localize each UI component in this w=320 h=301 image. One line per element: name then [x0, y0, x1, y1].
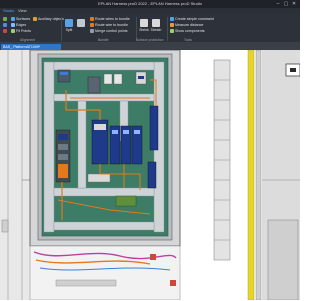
surfaces-label: Surfaces: [16, 17, 31, 21]
left-wall: [0, 50, 30, 300]
ribbon-left-tool-2[interactable]: [3, 23, 7, 27]
terminal-row-green[interactable]: [115, 195, 137, 207]
drive-led: [112, 130, 118, 134]
ribbon-left-tool-3[interactable]: [3, 29, 7, 33]
right-rack: [213, 59, 231, 261]
floor-connector[interactable]: [170, 280, 176, 286]
fit-points-label: Fit Points: [16, 29, 31, 33]
split-label: Split: [65, 28, 73, 32]
surfaces-icon: [11, 17, 15, 21]
right-wall-lower: [267, 219, 299, 301]
drive-led: [134, 130, 140, 134]
floor-rail: [55, 279, 117, 287]
close-button[interactable]: ✕: [290, 1, 298, 7]
terminal-row-grey[interactable]: [87, 173, 111, 183]
group-label-tools: Tools: [184, 38, 192, 42]
module-right-tall[interactable]: [149, 105, 159, 151]
auxiliary-objects-icon: [33, 17, 37, 21]
edges-icon: [11, 23, 15, 27]
route-wire-label: Route wire to bundle: [95, 23, 128, 27]
route-wires-button[interactable]: Route wires to bundle: [90, 17, 130, 21]
grey-rail: [255, 49, 262, 301]
create-simple-constraint-label: Create simple constraint: [175, 17, 214, 21]
stretch-label: Stretch: [150, 28, 162, 32]
pointer-icon: [3, 23, 7, 27]
split-button[interactable]: Split: [63, 19, 75, 32]
terminal-wires: [58, 164, 68, 178]
document-tab-strip: BAS_ PlatformAT1009*: [0, 43, 300, 50]
menu-item-view[interactable]: View: [18, 8, 27, 13]
stretch-button[interactable]: Stretch: [150, 19, 162, 32]
cable-duct-bottom: [53, 221, 155, 231]
route-wire-icon: [90, 23, 94, 27]
edges-button[interactable]: Edges: [11, 23, 26, 27]
relay[interactable]: [103, 73, 113, 85]
relay[interactable]: [113, 73, 123, 85]
fit-points-button[interactable]: Fit Points: [11, 29, 31, 33]
split-icon: [65, 19, 73, 27]
title-bar: EPLAN Harness proD 2022 - EPLAN Harness …: [0, 0, 300, 8]
group-label-bundle: Bundle: [98, 38, 109, 42]
cable-duct-vertical: [77, 100, 87, 189]
ribbon-left-tool-1[interactable]: [3, 17, 7, 21]
drive-led: [123, 130, 129, 134]
module-right-lower[interactable]: [147, 161, 157, 189]
components-icon: [170, 29, 174, 33]
terminal-label: [58, 144, 68, 150]
power-supply[interactable]: [87, 76, 101, 94]
bundle-tool-button[interactable]: [75, 19, 87, 28]
cable-duct-lower: [53, 187, 155, 197]
show-components-button[interactable]: Show components: [170, 29, 205, 33]
minimize-button[interactable]: –: [274, 1, 282, 7]
cable-duct-left: [43, 61, 55, 233]
cabinet-3d-model[interactable]: [0, 49, 301, 301]
menu-item-studio[interactable]: Studio: [3, 8, 14, 13]
terminal-block[interactable]: [57, 69, 71, 83]
window-title: EPLAN Harness proD 2022 - EPLAN Harness …: [98, 1, 202, 6]
shrink-icon: [140, 19, 148, 27]
right-wall-box-inner: [290, 68, 296, 72]
terminal-label: [58, 154, 68, 160]
auxiliary-objects-button[interactable]: Auxiliary objects: [33, 17, 64, 21]
delete-icon: [3, 29, 7, 33]
measure-distance-button[interactable]: Measure distance: [170, 23, 203, 27]
route-wires-label: Route wires to bundle: [95, 17, 130, 21]
merge-control-points-button[interactable]: Merge control points: [90, 29, 128, 33]
surfaces-button[interactable]: Surfaces: [11, 17, 30, 21]
drive-display: [94, 124, 106, 130]
maximize-button[interactable]: ▢: [282, 1, 290, 7]
terminal-label: [58, 134, 68, 140]
shrink-label: Shrink: [139, 28, 149, 32]
route-wire-button[interactable]: Route wire to bundle: [90, 23, 128, 27]
yellow-rail: [247, 49, 255, 301]
shrink-button[interactable]: Shrink: [138, 19, 150, 32]
edges-label: Edges: [16, 23, 27, 27]
create-simple-constraint-button[interactable]: Create simple constraint: [170, 17, 214, 21]
stretch-icon: [152, 19, 160, 27]
3d-viewport[interactable]: [0, 49, 301, 301]
merge-control-points-label: Merge control points: [95, 29, 128, 33]
route-wires-icon: [90, 17, 94, 21]
terminal-indicator: [60, 72, 68, 75]
ribbon-separator: [167, 17, 168, 41]
group-label-alignment: Alignment: [20, 38, 36, 42]
show-components-label: Show components: [175, 29, 205, 33]
floor-connector[interactable]: [150, 254, 156, 260]
bundle-icon: [77, 19, 85, 27]
ribbon-separator: [61, 17, 62, 41]
measure-distance-label: Measure distance: [175, 23, 204, 27]
cable-duct-top: [53, 61, 155, 71]
group-label-surface-protection: Surface protection: [136, 38, 164, 42]
ribbon: Surfaces Edges Fit Points Auxiliary obje…: [0, 14, 300, 43]
constraint-icon: [170, 17, 174, 21]
select-icon: [3, 17, 7, 21]
fit-points-icon: [11, 29, 15, 33]
component-indicator: [138, 76, 144, 79]
merge-icon: [90, 29, 94, 33]
measure-icon: [170, 23, 174, 27]
left-wall-part: [1, 219, 9, 233]
